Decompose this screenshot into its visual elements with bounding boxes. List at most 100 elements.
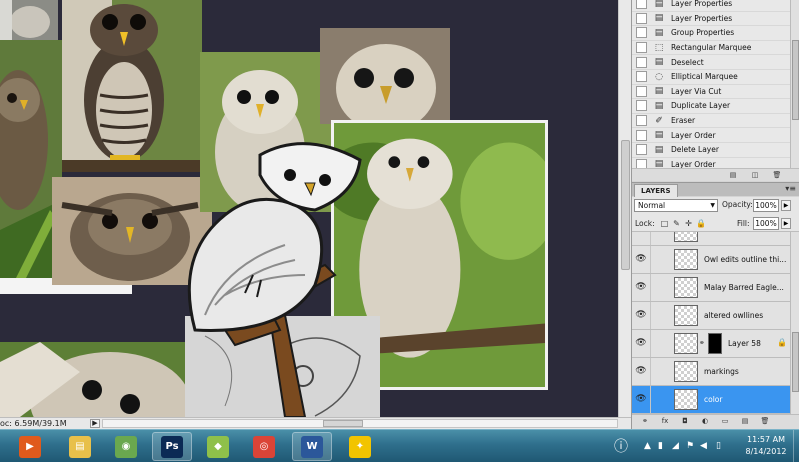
layer-thumbnail[interactable]: [674, 232, 698, 242]
volume-icon[interactable]: ◀: [700, 441, 707, 451]
eye-icon[interactable]: 👁: [635, 310, 647, 320]
clock-date[interactable]: 8/14/2012: [740, 447, 792, 456]
tray-expand-icon[interactable]: ▲: [644, 441, 651, 451]
layer-thumbnail[interactable]: [674, 277, 698, 298]
canvas-hscroll-thumb[interactable]: [323, 420, 363, 427]
history-snapshot-checkbox[interactable]: [636, 42, 647, 54]
layer-row[interactable]: 👁 ⚭ 🔒 Layer 58: [632, 330, 790, 358]
history-snapshot-checkbox[interactable]: [636, 0, 647, 10]
panel-menu-icon[interactable]: ▾≡: [785, 184, 796, 193]
history-snapshot-checkbox[interactable]: [636, 27, 647, 39]
layer-thumbnail[interactable]: [674, 361, 698, 382]
layer-style-icon[interactable]: fx: [660, 417, 670, 426]
eye-icon[interactable]: [635, 232, 647, 236]
show-desktop-button[interactable]: [793, 430, 799, 462]
canvas-vertical-scrollbar[interactable]: [618, 0, 631, 417]
history-snapshot-checkbox[interactable]: [636, 56, 647, 68]
taskbar-aim-button[interactable]: ✦: [340, 432, 380, 461]
taskbar-file-explorer-button[interactable]: ▤: [60, 432, 100, 461]
adjustment-layer-icon[interactable]: ◐: [700, 417, 710, 426]
eye-icon[interactable]: 👁: [635, 366, 647, 376]
history-item[interactable]: ✐ Eraser: [632, 114, 790, 129]
eye-icon[interactable]: 👁: [635, 394, 647, 404]
new-document-from-state-icon[interactable]: ▤: [728, 171, 738, 180]
history-item[interactable]: ▤ Group Properties: [632, 26, 790, 41]
history-item[interactable]: ▤ Layer Order: [632, 128, 790, 143]
taskbar-chrome-button[interactable]: ◎: [244, 432, 284, 461]
lock-all-icon[interactable]: 🔒: [696, 219, 706, 228]
eye-icon[interactable]: 👁: [635, 254, 647, 264]
history-item[interactable]: ▤ Deselect: [632, 55, 790, 70]
layers-scrollbar[interactable]: [790, 232, 799, 414]
layer-row[interactable]: 👁 altered owllines: [632, 302, 790, 330]
layer-name[interactable]: Layer 58: [728, 339, 774, 348]
history-item[interactable]: ▤ Layer Properties: [632, 12, 790, 27]
help-icon[interactable]: ⓘ: [614, 436, 628, 456]
eye-icon[interactable]: 👁: [635, 338, 647, 348]
layer-thumbnail[interactable]: [674, 389, 698, 410]
canvas-horizontal-scrollbar[interactable]: [102, 419, 618, 428]
new-layer-icon[interactable]: ▤: [740, 417, 750, 426]
history-item[interactable]: ▤ Layer Via Cut: [632, 85, 790, 100]
history-snapshot-checkbox[interactable]: [636, 85, 647, 97]
status-menu-arrow[interactable]: ▶: [90, 419, 100, 428]
layer-row[interactable]: 👁 Malay Barred Eagle...: [632, 274, 790, 302]
layer-row[interactable]: 👁 Owl edits outline thi...: [632, 246, 790, 274]
history-snapshot-checkbox[interactable]: [636, 115, 647, 127]
layer-name[interactable]: color: [704, 395, 788, 404]
power-icon[interactable]: ▯: [716, 441, 721, 451]
layer-name[interactable]: Owl edits outline thi...: [704, 255, 788, 264]
layer-row[interactable]: 👁 color: [632, 386, 790, 414]
history-snapshot-checkbox[interactable]: [636, 100, 647, 112]
flag-icon[interactable]: ⚑: [686, 441, 694, 451]
history-item[interactable]: ▤ Delete Layer: [632, 143, 790, 158]
opacity-input[interactable]: 100%: [753, 199, 779, 212]
opacity-slider-arrow[interactable]: ▶: [781, 200, 791, 211]
taskbar-media-player-button[interactable]: ▶: [10, 432, 50, 461]
layer-name[interactable]: markings: [704, 367, 788, 376]
lock-image-icon[interactable]: ✎: [672, 219, 681, 228]
delete-state-icon[interactable]: 🗑: [772, 171, 782, 180]
history-snapshot-checkbox[interactable]: [636, 144, 647, 156]
taskbar-app-3-button[interactable]: ◉: [106, 432, 146, 461]
history-item[interactable]: ▤ Layer Properties: [632, 0, 790, 12]
layer-name[interactable]: Malay Barred Eagle...: [704, 283, 788, 292]
history-scrollbar[interactable]: [790, 0, 799, 168]
history-snapshot-checkbox[interactable]: [636, 12, 647, 24]
document-canvas[interactable]: [0, 0, 631, 417]
history-item[interactable]: ◌ Elliptical Marquee: [632, 70, 790, 85]
lock-transparency-icon[interactable]: □: [660, 219, 669, 228]
delete-layer-icon[interactable]: 🗑: [760, 417, 770, 426]
fill-slider-arrow[interactable]: ▶: [781, 218, 791, 229]
signal-icon[interactable]: ◢: [672, 441, 679, 451]
create-snapshot-icon[interactable]: ◫: [750, 171, 760, 180]
tab-layers[interactable]: LAYERS: [634, 184, 678, 197]
history-scroll-thumb[interactable]: [792, 40, 799, 120]
history-item[interactable]: ⬚ Rectangular Marquee: [632, 41, 790, 56]
chain-link-icon[interactable]: ⚭: [699, 339, 705, 347]
layer-thumbnail[interactable]: [674, 305, 698, 326]
history-item[interactable]: ▤ Duplicate Layer: [632, 99, 790, 114]
layer-mask-thumbnail[interactable]: [708, 333, 722, 354]
canvas-vscroll-thumb[interactable]: [621, 140, 630, 270]
clock-time[interactable]: 11:57 AM: [740, 435, 792, 444]
lock-position-icon[interactable]: ✛: [684, 219, 693, 228]
history-snapshot-checkbox[interactable]: [636, 129, 647, 141]
link-layers-icon[interactable]: ⚭: [640, 417, 650, 426]
layer-name[interactable]: altered owllines: [704, 311, 788, 320]
layer-row[interactable]: [632, 232, 790, 246]
layers-scroll-thumb[interactable]: [792, 332, 799, 392]
fill-input[interactable]: 100%: [753, 217, 779, 230]
taskbar-word-button[interactable]: W: [292, 432, 332, 461]
eye-icon[interactable]: 👁: [635, 282, 647, 292]
taskbar-app-5-button[interactable]: ◆: [198, 432, 238, 461]
layer-row[interactable]: 👁 markings: [632, 358, 790, 386]
layer-thumbnail[interactable]: [674, 333, 698, 354]
history-snapshot-checkbox[interactable]: [636, 71, 647, 83]
add-mask-icon[interactable]: ◘: [680, 417, 690, 426]
blend-mode-select[interactable]: Normal ▼: [634, 199, 718, 212]
taskbar-photoshop-button[interactable]: Ps: [152, 432, 192, 461]
new-group-icon[interactable]: ▭: [720, 417, 730, 426]
network-icon[interactable]: ▮: [658, 441, 663, 451]
layer-thumbnail[interactable]: [674, 249, 698, 270]
